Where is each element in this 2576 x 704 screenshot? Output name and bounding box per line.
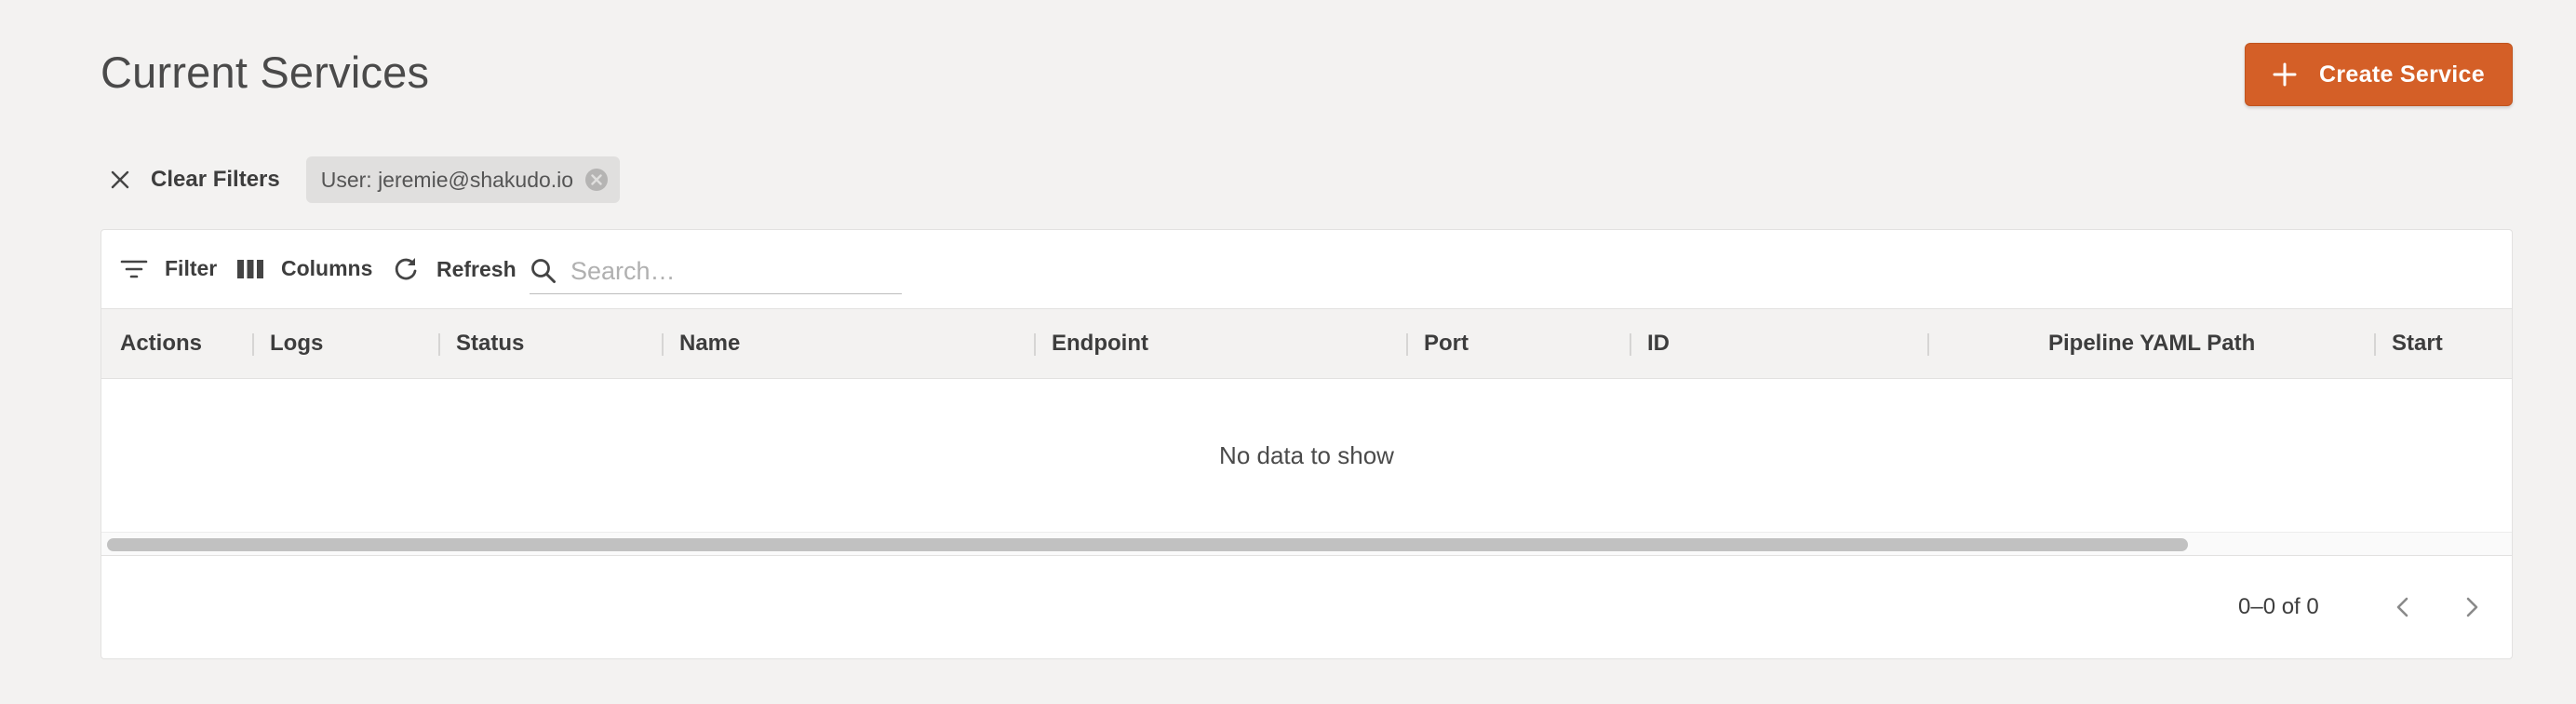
filter-label: Filter (165, 256, 218, 280)
column-separator[interactable] (1630, 333, 1631, 356)
refresh-button[interactable]: Refresh (392, 255, 517, 283)
column-separator[interactable] (1034, 333, 1036, 356)
empty-state-message: No data to show (1219, 440, 1394, 469)
column-separator[interactable] (662, 333, 664, 356)
column-header-name[interactable]: Name (679, 309, 740, 378)
column-separator[interactable] (2374, 333, 2376, 356)
table-toolbar: Filter Columns Refresh (101, 230, 2512, 308)
table-footer: 0–0 of 0 (101, 558, 2512, 658)
services-table: Filter Columns Refresh Actions Logs Stat… (101, 229, 2513, 659)
search-icon (531, 259, 556, 283)
filter-chip-user: User: jeremie@shakudo.io (305, 156, 621, 203)
chevron-left-icon (2396, 597, 2408, 617)
column-separator[interactable] (1927, 333, 1929, 356)
scrollbar-thumb[interactable] (107, 538, 2188, 551)
column-header-pipeline-yaml-path[interactable]: Pipeline YAML Path (2048, 309, 2255, 378)
column-separator[interactable] (438, 333, 440, 356)
column-header-logs[interactable]: Logs (270, 309, 323, 378)
column-header-port[interactable]: Port (1424, 309, 1469, 378)
cancel-circle-icon[interactable] (584, 168, 609, 192)
column-header-actions[interactable]: Actions (120, 309, 202, 378)
plus-icon (2273, 62, 2297, 87)
clear-filters-label: Clear Filters (151, 167, 280, 192)
horizontal-scrollbar[interactable] (101, 532, 2512, 556)
create-service-button[interactable]: Create Service (2245, 43, 2513, 106)
table-header: Actions Logs Status Name Endpoint Port I… (101, 308, 2512, 379)
refresh-icon (395, 258, 417, 280)
search-field (530, 249, 902, 294)
previous-page-button[interactable] (2387, 591, 2419, 623)
column-header-status[interactable]: Status (456, 309, 524, 378)
filter-button[interactable]: Filter (120, 256, 217, 281)
filter-chip-label: User: jeremie@shakudo.io (320, 167, 574, 192)
chevron-right-icon (2466, 597, 2478, 617)
page-title: Current Services (101, 47, 430, 97)
columns-label: Columns (281, 256, 373, 280)
refresh-label: Refresh (436, 256, 517, 281)
create-service-label: Create Service (2319, 61, 2485, 88)
column-header-endpoint[interactable]: Endpoint (1052, 309, 1148, 378)
columns-button[interactable]: Columns (236, 256, 372, 281)
column-header-start[interactable]: Start (2392, 309, 2443, 378)
filter-icon (120, 260, 148, 278)
next-page-button[interactable] (2456, 591, 2488, 623)
column-separator[interactable] (252, 333, 254, 356)
column-separator[interactable] (1406, 333, 1408, 356)
column-header-id[interactable]: ID (1647, 309, 1670, 378)
active-filters: Clear Filters User: jeremie@shakudo.io (101, 156, 621, 203)
columns-icon (237, 259, 263, 278)
pagination-label: 0–0 of 0 (2238, 594, 2319, 619)
close-icon (110, 169, 130, 190)
clear-filters-button[interactable]: Clear Filters (101, 167, 280, 193)
search-input[interactable] (569, 255, 889, 287)
